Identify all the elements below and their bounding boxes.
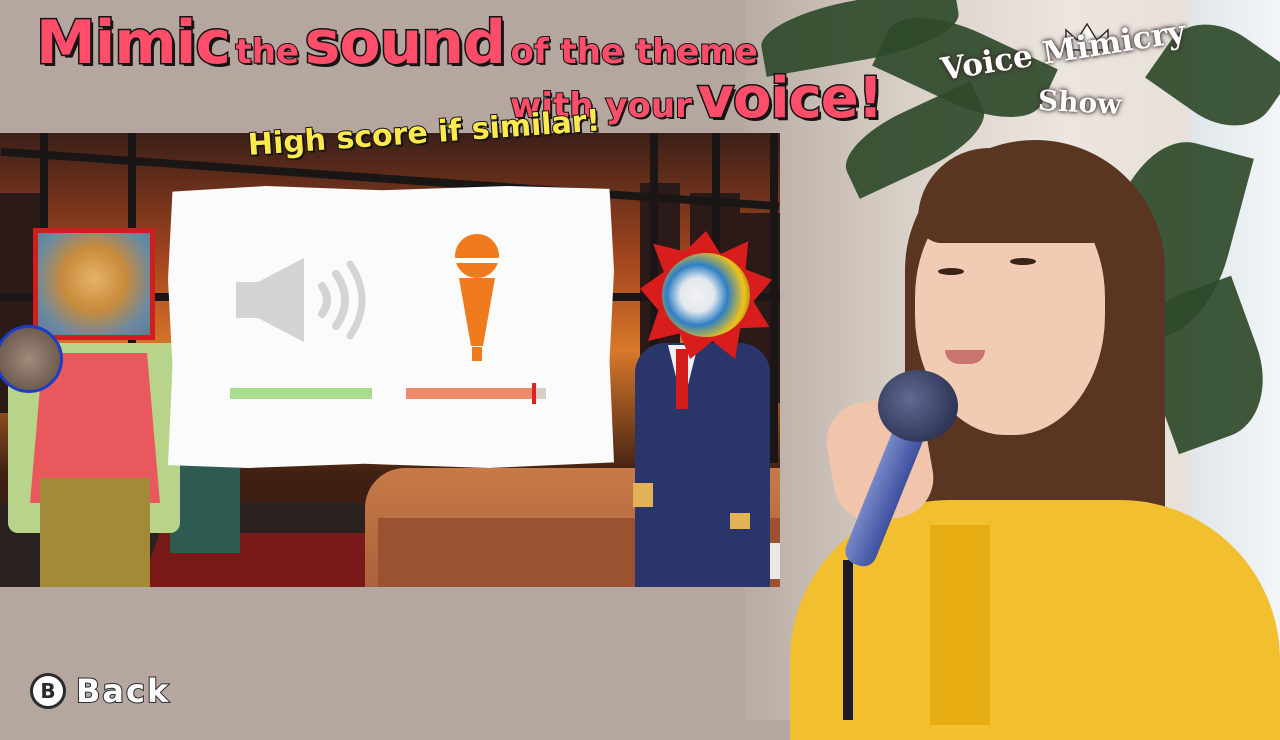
voice-level-marker (532, 383, 537, 404)
host-hand (730, 513, 750, 529)
headline-word: sound (303, 7, 507, 80)
headline-word: the (235, 31, 301, 73)
logo-title-line-2: Show (1037, 83, 1123, 122)
person-eye (938, 268, 964, 275)
handheld-mic-head (878, 370, 958, 442)
back-label: Back (75, 671, 171, 711)
person-scarf (930, 525, 990, 725)
microphone-icon (453, 234, 501, 366)
parrot-head (662, 253, 750, 337)
speaker-icon (236, 258, 366, 346)
person-bangs (918, 148, 1108, 243)
voice-level-track (406, 383, 546, 404)
host-tie (676, 349, 688, 409)
headline-word: Mimic (35, 7, 233, 80)
host-hand (633, 483, 653, 507)
person-eye (1010, 258, 1036, 265)
instruction-panel (168, 186, 614, 468)
dog-portrait (33, 228, 155, 340)
host-suit (635, 343, 770, 587)
b-button-icon: B (30, 673, 66, 709)
reference-level-bar (230, 388, 372, 399)
headline-word: voice! (696, 65, 885, 133)
studio-chair (170, 453, 240, 553)
mic-cable (843, 560, 853, 720)
back-button[interactable]: B Back (30, 671, 171, 711)
contestant-legs (40, 478, 150, 587)
voice-level-fill (406, 388, 537, 399)
